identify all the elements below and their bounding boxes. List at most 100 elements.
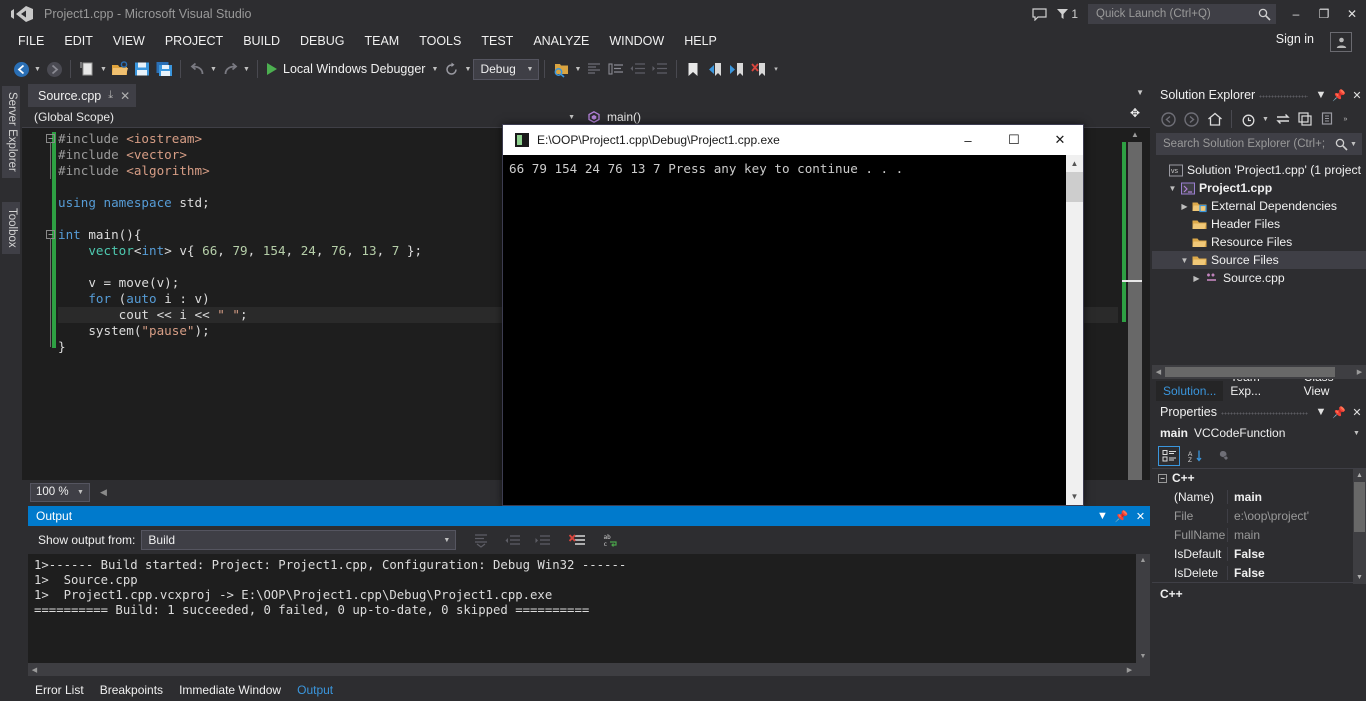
expand-collapse-icon[interactable]: ▶ [1178, 202, 1191, 211]
start-debugging-dropdown-icon[interactable]: ▼ [429, 58, 440, 80]
editor-zoom-combo[interactable]: 100 % ▼ [30, 482, 90, 502]
se-show-all-files-icon[interactable] [1317, 108, 1340, 130]
navigate-backward-dropdown-icon[interactable]: ▼ [32, 58, 43, 80]
tree-item-resource-files[interactable]: Resource Files [1152, 233, 1366, 251]
undo-dropdown-icon[interactable]: ▼ [208, 58, 219, 80]
document-tab-source-cpp[interactable]: Source.cpp ⤓ ✕ [28, 84, 137, 107]
minimize-button[interactable]: – [1282, 0, 1310, 28]
scroll-right-icon[interactable]: ▶ [1123, 663, 1136, 676]
tree-item-source-files[interactable]: ▼ Source Files [1152, 251, 1366, 269]
output-panel-pin-icon[interactable]: 📌 [1112, 506, 1131, 526]
scrollbar-track[interactable] [1128, 142, 1142, 480]
properties-scrollbar[interactable]: ▲ ▼ [1353, 469, 1366, 584]
solution-configuration-combo[interactable]: Debug ▼ [473, 58, 540, 80]
bottom-tab-breakpoints[interactable]: Breakpoints [93, 681, 170, 699]
solution-explorer-drag-area[interactable] [1259, 84, 1308, 106]
scroll-up-icon[interactable]: ▲ [1353, 469, 1366, 482]
se-overflow-icon[interactable]: » [1340, 108, 1351, 130]
se-refresh-icon[interactable] [1294, 108, 1317, 130]
tree-item-source-cpp[interactable]: ▶ Source.cpp [1152, 269, 1366, 287]
close-icon[interactable]: ✕ [120, 89, 130, 103]
console-close-button[interactable]: ✕ [1037, 125, 1083, 155]
find-in-files-icon[interactable] [550, 58, 572, 80]
go-to-next-message-icon[interactable] [532, 529, 554, 551]
menu-item-window[interactable]: WINDOW [599, 28, 674, 54]
expand-collapse-icon[interactable]: ▶ [1190, 274, 1203, 283]
property-row[interactable]: IsDelete False [1152, 563, 1366, 582]
property-value[interactable]: e:\oop\project' [1227, 508, 1366, 523]
scrollbar-thumb[interactable] [1165, 367, 1335, 377]
output-source-combo[interactable]: Build ▼ [141, 530, 457, 550]
notifications-indicator[interactable]: 1 [1052, 7, 1082, 21]
categorized-view-icon[interactable] [1158, 445, 1180, 466]
start-debugging-button[interactable]: Local Windows Debugger [263, 58, 429, 80]
menu-item-edit[interactable]: EDIT [54, 28, 102, 54]
open-file-icon[interactable] [109, 58, 131, 80]
bottom-tab-output[interactable]: Output [290, 680, 341, 699]
console-title-bar[interactable]: E:\OOP\Project1.cpp\Debug\Project1.cpp.e… [503, 125, 1083, 155]
output-vertical-scrollbar[interactable]: ▲ ▼ [1136, 554, 1150, 676]
se-home-icon[interactable] [1203, 108, 1226, 130]
property-value[interactable]: False [1227, 565, 1366, 580]
maximize-button[interactable]: ❐ [1310, 0, 1338, 28]
comment-selection-icon[interactable] [583, 58, 605, 80]
property-value[interactable]: False [1227, 546, 1366, 561]
save-icon[interactable] [131, 58, 153, 80]
property-value[interactable]: main [1227, 527, 1366, 542]
se-back-icon[interactable] [1157, 108, 1180, 130]
solution-explorer-search-input[interactable] [1163, 138, 1335, 150]
console-window[interactable]: E:\OOP\Project1.cpp\Debug\Project1.cpp.e… [502, 124, 1084, 506]
scrollbar-thumb[interactable] [1066, 172, 1083, 202]
account-avatar[interactable] [1330, 32, 1352, 52]
properties-object-combo[interactable]: main VCCodeFunction ▼ [1152, 423, 1366, 443]
scroll-down-icon[interactable]: ▼ [1353, 571, 1366, 584]
category-collapse-icon[interactable]: − [1158, 473, 1167, 483]
save-all-icon[interactable] [153, 58, 175, 80]
se-forward-icon[interactable] [1180, 108, 1203, 130]
output-horizontal-scrollbar[interactable]: ◀ ▶ [28, 663, 1150, 676]
menu-item-tools[interactable]: TOOLS [409, 28, 471, 54]
close-button[interactable]: ✕ [1338, 0, 1366, 28]
properties-close-icon[interactable]: ✕ [1348, 401, 1366, 423]
menu-item-file[interactable]: FILE [8, 28, 54, 54]
menu-item-build[interactable]: BUILD [233, 28, 290, 54]
sidebar-tab-toolbox[interactable]: Toolbox [2, 202, 20, 254]
toggle-word-wrap-icon[interactable]: ab c [600, 529, 622, 551]
new-project-dropdown-icon[interactable]: ▼ [98, 58, 109, 80]
output-panel-close-icon[interactable]: ✕ [1131, 506, 1150, 526]
editor-vertical-scrollbar[interactable]: ▲ [1118, 128, 1150, 480]
properties-pin-icon[interactable]: 📌 [1330, 401, 1348, 423]
find-message-icon[interactable] [470, 529, 492, 551]
scroll-down-icon[interactable]: ▼ [1066, 488, 1083, 505]
console-minimize-button[interactable]: – [945, 125, 991, 155]
tree-item-external-dependencies[interactable]: ▶ External Dependencies [1152, 197, 1366, 215]
navbar-scope-dropdown[interactable]: (Global Scope) ▼ [22, 107, 580, 128]
clear-bookmarks-icon[interactable] [748, 58, 770, 80]
refresh-dropdown-icon[interactable]: ▼ [462, 58, 473, 80]
menu-item-test[interactable]: TEST [471, 28, 523, 54]
editor-horizontal-scroll-left-icon[interactable]: ◀ [100, 487, 107, 498]
se-pending-changes-dropdown-icon[interactable]: ▼ [1260, 108, 1271, 130]
expand-collapse-icon[interactable]: ▼ [1166, 184, 1179, 193]
toggle-bookmark-icon[interactable] [682, 58, 704, 80]
expand-collapse-icon[interactable]: ▼ [1178, 256, 1191, 265]
tree-item-solution-project1-cpp-1-project[interactable]: vs Solution 'Project1.cpp' (1 project [1152, 161, 1366, 179]
property-row[interactable]: FullName main [1152, 525, 1366, 544]
sidebar-tab-server-explorer[interactable]: Server Explorer [2, 86, 20, 178]
find-dropdown-icon[interactable]: ▼ [572, 58, 583, 80]
scroll-left-icon[interactable]: ◀ [28, 663, 41, 676]
solution-explorer-tree[interactable]: vs Solution 'Project1.cpp' (1 project ▼ Pro… [1152, 157, 1366, 287]
properties-drag-area[interactable] [1220, 401, 1308, 423]
increase-indent-icon[interactable] [649, 58, 671, 80]
undo-icon[interactable] [186, 58, 208, 80]
document-tab-overflow-icon[interactable]: ▼ [1136, 88, 1144, 97]
output-panel-dropdown-icon[interactable]: ▼ [1093, 506, 1112, 526]
output-panel-body[interactable]: 1>------ Build started: Project: Project… [28, 554, 1150, 676]
solution-explorer-dropdown-icon[interactable]: ▼ [1312, 84, 1330, 106]
scroll-down-icon[interactable]: ▼ [1136, 650, 1150, 663]
scroll-up-icon[interactable]: ▲ [1128, 130, 1142, 139]
clear-all-icon[interactable] [566, 529, 588, 551]
scroll-up-icon[interactable]: ▲ [1066, 155, 1083, 172]
editor-split-handle[interactable]: ✥ [1124, 104, 1146, 122]
solution-explorer-pin-icon[interactable]: 📌 [1330, 84, 1348, 106]
